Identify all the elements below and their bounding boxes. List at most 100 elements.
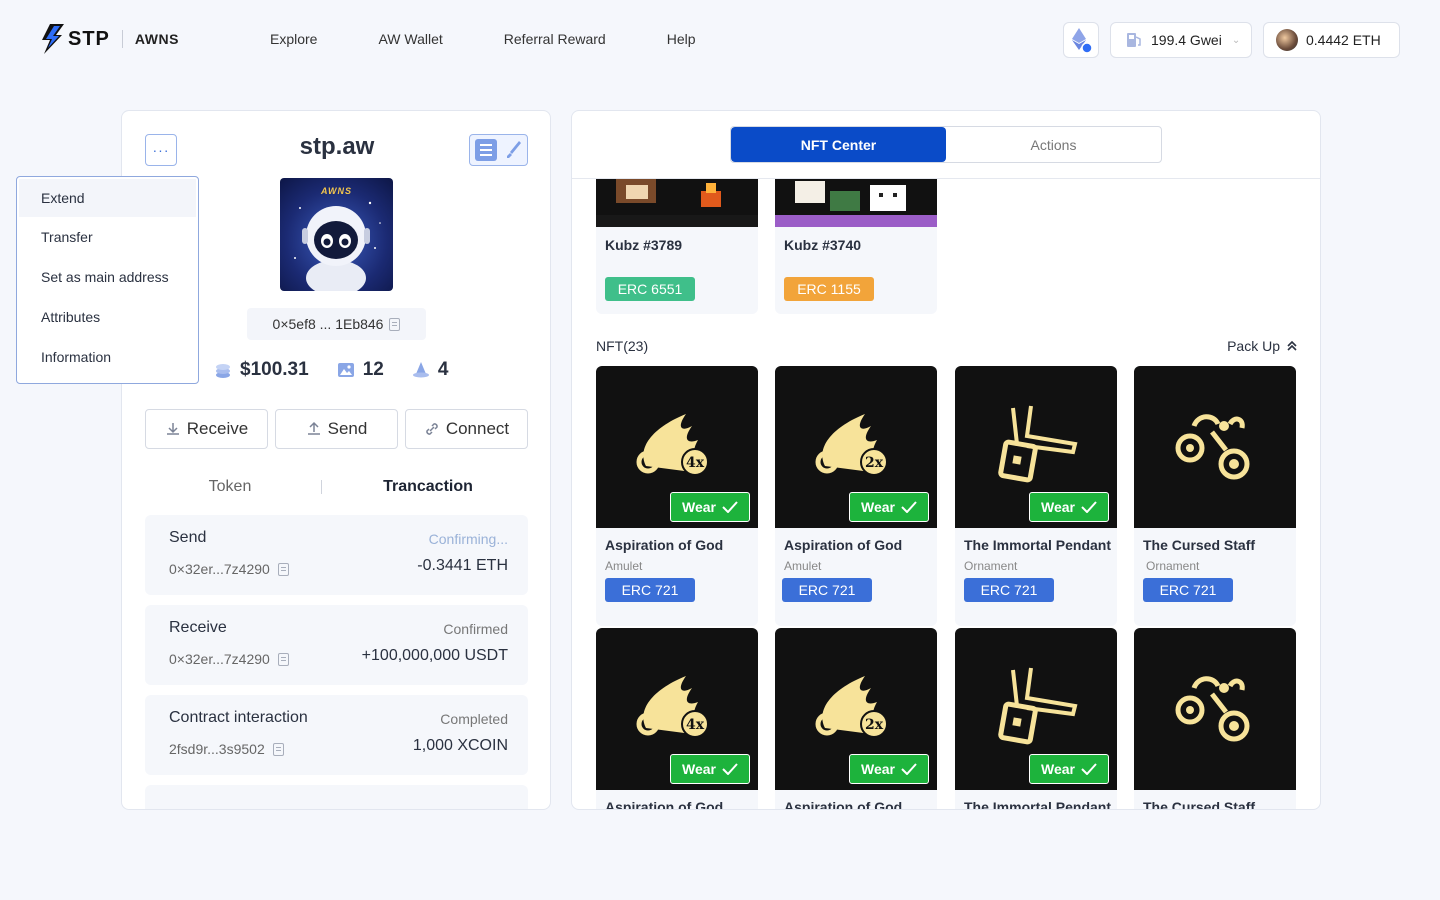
menu-item-attributes[interactable]: Attributes [17, 297, 198, 337]
nft-title: Kubz #3740 [784, 237, 862, 253]
transaction-row[interactable]: Send 0×32er...7z4290 Confirming... -0.34… [145, 515, 528, 595]
multiplier-badge: 2x [865, 455, 884, 471]
gas-price-button[interactable]: 199.4 Gwei ⌄ [1110, 22, 1252, 58]
transaction-row[interactable] [145, 785, 528, 809]
wallet-balance-button[interactable]: 0.4442 ETH [1263, 22, 1400, 58]
nft-title: Aspiration of God [784, 799, 903, 810]
receive-label: Receive [186, 419, 249, 438]
check-icon [722, 763, 738, 775]
tx-hash-text: 2fsd9r...3s9502 [169, 741, 265, 757]
view-toggle[interactable] [469, 134, 528, 166]
nft-center-panel: NFT Center Actions Kubz #3789 ERC 6551 K… [571, 110, 1321, 810]
nft-title: The Cursed Staff [1143, 537, 1256, 553]
multiplier-badge: 4x [686, 455, 705, 471]
check-icon [901, 501, 917, 513]
nft-title: Aspiration of God [605, 537, 724, 553]
nft-section-title: NFT(23) [596, 338, 649, 354]
tx-hash: 2fsd9r...3s9502 [169, 741, 284, 757]
nft-card[interactable]: Kubz #3740 ERC 1155 [775, 179, 937, 314]
tx-hash-text: 0×32er...7z4290 [169, 651, 270, 667]
tab-token[interactable]: Token [145, 478, 315, 496]
logo-divider [121, 30, 123, 48]
tx-type: Contract interaction [169, 709, 308, 726]
nft-card[interactable]: Wear The Immortal Pendant [955, 628, 1117, 809]
nav-help[interactable]: Help [667, 31, 696, 47]
nft-image [1134, 628, 1296, 790]
nft-card[interactable]: 2x Wear Aspiration of God Amulet ERC 721 [775, 366, 937, 626]
nft-title: The Immortal Pendant [964, 537, 1112, 553]
pack-up-button[interactable]: Pack Up [1227, 338, 1298, 354]
wear-button[interactable]: Wear [849, 754, 929, 784]
tx-type: Receive [169, 619, 227, 636]
nft-category: Amulet [784, 559, 822, 573]
wallet-address: 0×5ef8 ... 1Eb846 [247, 308, 426, 340]
portfolio-value: $100.31 [240, 359, 309, 380]
tab-actions[interactable]: Actions [946, 127, 1161, 162]
receive-button[interactable]: Receive [145, 409, 268, 449]
user-avatar [1276, 29, 1298, 51]
panel-tabs: NFT Center Actions [730, 126, 1162, 163]
wear-button[interactable]: Wear [670, 754, 750, 784]
nft-image: Wear [955, 628, 1117, 790]
tx-hash-text: 0×32er...7z4290 [169, 561, 270, 577]
tx-status: Completed [440, 711, 508, 727]
nft-category: Ornament [964, 559, 1018, 573]
nft-standard-tag: ERC 721 [605, 578, 695, 602]
tx-type: Send [169, 529, 207, 546]
transaction-row[interactable]: Receive 0×32er...7z4290 Confirmed +100,0… [145, 605, 528, 685]
chevron-down-icon: ⌄ [1231, 34, 1241, 46]
nav-aw-wallet[interactable]: AW Wallet [378, 31, 442, 47]
copy-icon[interactable] [272, 742, 284, 756]
logo-bolt-icon [42, 24, 64, 54]
profile-avatar: AWNS [280, 178, 393, 291]
nft-category: Amulet [605, 559, 643, 573]
image-icon [337, 363, 354, 377]
profile-stats: $100.31 12 4 [214, 359, 476, 381]
logo-text: STP [68, 27, 110, 50]
nft-card[interactable]: 2x Wear Aspiration of God [775, 628, 937, 810]
nft-card[interactable]: The Cursed Staff [1134, 628, 1296, 809]
nft-card[interactable]: 4x Wear Aspiration of God Amulet ERC 721 [596, 366, 758, 626]
connect-label: Connect [445, 419, 510, 438]
copy-icon[interactable] [277, 562, 289, 576]
wear-button[interactable]: Wear [1029, 754, 1109, 784]
staff-icon [1175, 414, 1250, 480]
send-button[interactable]: Send [275, 409, 398, 449]
edit-brush-icon[interactable] [506, 140, 522, 160]
more-options-menu: Extend Transfer Set as main address Attr… [16, 176, 199, 384]
nft-card[interactable]: Wear The Immortal Pendant Ornament ERC 7… [955, 366, 1117, 626]
nav-explore[interactable]: Explore [270, 31, 317, 47]
logo[interactable]: STP AWNS [40, 24, 179, 54]
copy-icon[interactable] [277, 652, 289, 666]
check-icon [901, 763, 917, 775]
menu-item-transfer[interactable]: Transfer [17, 217, 198, 257]
nft-card[interactable]: Kubz #3789 ERC 6551 [596, 179, 758, 314]
transaction-row[interactable]: Contract interaction 2fsd9r...3s9502 Com… [145, 695, 528, 775]
nft-card[interactable]: The Cursed Staff Ornament ERC 721 [1134, 366, 1296, 626]
tab-transaction[interactable]: Trancaction [328, 478, 528, 496]
nav-referral-reward[interactable]: Referral Reward [504, 31, 606, 47]
wallet-balance: 0.4442 ETH [1306, 32, 1381, 48]
network-button[interactable] [1063, 22, 1099, 58]
menu-item-information[interactable]: Information [17, 337, 198, 377]
list-view-icon[interactable] [474, 139, 497, 161]
tx-hash: 0×32er...7z4290 [169, 651, 289, 667]
stat-nfts: 12 [337, 359, 384, 381]
nft-card[interactable]: 4x Wear Aspiration of God [596, 628, 758, 809]
item-count: 4 [437, 359, 449, 380]
tab-nft-center[interactable]: NFT Center [731, 127, 946, 162]
wear-button[interactable]: Wear [1029, 492, 1109, 522]
nft-image: 4x Wear [596, 366, 758, 528]
nft-image [1134, 366, 1296, 528]
wear-label: Wear [861, 761, 895, 777]
wear-button[interactable]: Wear [670, 492, 750, 522]
nft-scroll-area[interactable]: Kubz #3789 ERC 6551 Kubz #3740 ERC 1155 … [572, 179, 1320, 810]
menu-item-set-main-address[interactable]: Set as main address [17, 257, 198, 297]
nft-standard-tag: ERC 6551 [605, 277, 695, 301]
menu-item-extend[interactable]: Extend [19, 179, 196, 217]
copy-icon[interactable] [389, 317, 401, 331]
tx-hash: 0×32er...7z4290 [169, 561, 289, 577]
avatar-brand: AWNS [321, 186, 352, 196]
wear-button[interactable]: Wear [849, 492, 929, 522]
connect-button[interactable]: Connect [405, 409, 528, 449]
